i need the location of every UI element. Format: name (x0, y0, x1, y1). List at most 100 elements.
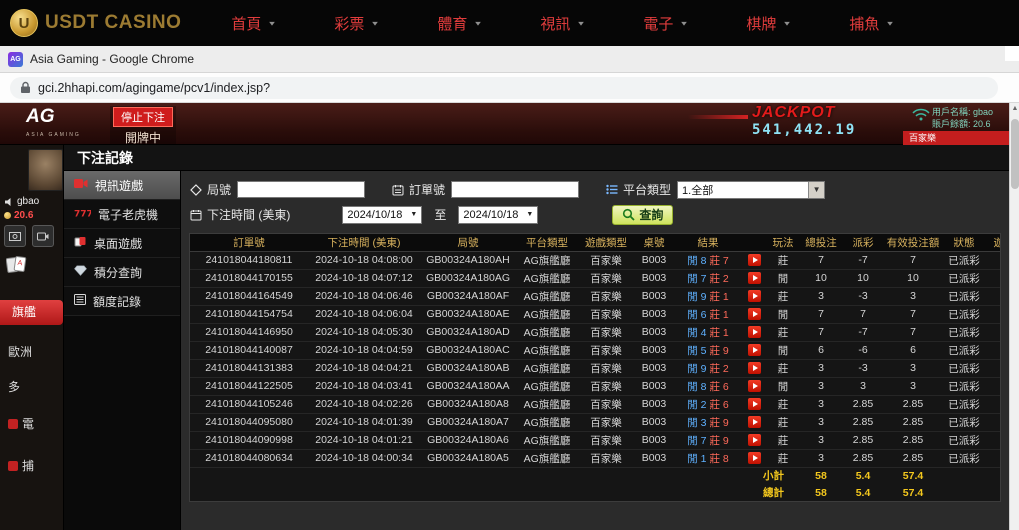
sidebar-item-label: 額度記錄 (93, 293, 141, 310)
payout-cell: -6 (842, 341, 884, 359)
lobby-item-fishing[interactable]: 捕 (8, 457, 34, 474)
replay-icon[interactable] (748, 290, 761, 302)
lobby-item-flagship[interactable]: 旗艦 (0, 300, 63, 325)
dropdown-arrow-icon: ▼ (410, 211, 417, 218)
round-cell: GB00324A180A8 (420, 395, 516, 413)
replay-icon[interactable] (748, 326, 761, 338)
order-cell: 241018044122505 (190, 377, 308, 395)
player-result: 閒 8 (687, 381, 706, 393)
table-cell: B003 (634, 287, 674, 305)
time-cell: 2024-10-18 04:04:59 (308, 341, 420, 359)
round-input[interactable] (237, 181, 365, 198)
lobby-item-egame[interactable]: 電 (8, 415, 34, 432)
jackpot-value: 541,442.19 (752, 122, 856, 138)
platform-cell: AG旗艦廳 (516, 287, 578, 305)
user-avatar[interactable] (28, 149, 63, 191)
time-cell: 2024-10-18 04:02:26 (308, 395, 420, 413)
player-result: 閒 3 (687, 417, 706, 429)
valid-cell: 3 (884, 377, 942, 395)
nav-item-5[interactable]: 棋牌▼ (746, 13, 849, 34)
sidebar-item-slots[interactable]: 777電子老虎機 (64, 200, 180, 229)
time-cell: 2024-10-18 04:01:39 (308, 413, 420, 431)
sidebar-item-points-query[interactable]: 積分查詢 (64, 258, 180, 287)
replay-icon[interactable] (748, 452, 761, 464)
sidebar-item-table-games[interactable]: 桌面遊戲 (64, 229, 180, 258)
status-cell: 已派彩 (942, 269, 986, 287)
lobby-item-multi[interactable]: 多 (8, 378, 20, 395)
nav-item-4[interactable]: 電子▼ (643, 13, 746, 34)
video-cell (742, 431, 766, 449)
date-from-select[interactable]: 2024/10/18 ▼ (342, 206, 422, 224)
browser-titlebar[interactable]: AG Asia Gaming - Google Chrome (0, 46, 1019, 73)
nav-item-1[interactable]: 彩票▼ (334, 13, 437, 34)
nav-item-2[interactable]: 體育▼ (437, 13, 540, 34)
date-from-value: 2024/10/18 (347, 209, 402, 221)
casino-page: AG ASIA GAMING 停止下注 開牌中 JACKPOT 541,442.… (0, 103, 1019, 530)
deposit-button[interactable] (4, 225, 26, 247)
camera-icon (37, 232, 49, 241)
payout-cell: 2.85 (842, 395, 884, 413)
round-cell: GB00324A180A5 (420, 449, 516, 467)
order-input[interactable] (451, 181, 579, 198)
round-cell: GB00324A180AH (420, 251, 516, 269)
bet-row: 2410180441052462024-10-18 04:02:26GB0032… (190, 395, 1001, 413)
order-cell: 241018044131383 (190, 359, 308, 377)
sidebar-item-video-games[interactable]: 視訊遊戲 (64, 171, 180, 200)
table-cell: B003 (634, 413, 674, 431)
date-to-select[interactable]: 2024/10/18▼ (458, 206, 538, 224)
replay-icon[interactable] (748, 272, 761, 284)
total-row-valid: 57.4 (884, 484, 942, 501)
platform-cell: AG旗艦廳 (516, 377, 578, 395)
platform-cell: AG旗艦廳 (516, 323, 578, 341)
bet-row: 2410180441701552024-10-18 04:07:12GB0032… (190, 269, 1001, 287)
search-button[interactable]: 查詢 (612, 205, 673, 225)
lobby-quick-buttons (4, 225, 54, 247)
site-nav: 首頁▼彩票▼體育▼視訊▼電子▼棋牌▼捕魚▼ (231, 13, 952, 34)
time-label: 下注時間 (美東) (207, 206, 290, 223)
lobby-username-text: gbao (17, 196, 39, 207)
time-cell: 2024-10-18 04:05:30 (308, 323, 420, 341)
replay-icon[interactable] (748, 254, 761, 266)
replay-icon[interactable] (748, 398, 761, 410)
live-video-button[interactable] (32, 225, 54, 247)
total-row-payout: 5.4 (842, 484, 884, 501)
replay-icon[interactable] (748, 308, 761, 320)
platform-select[interactable]: 1.全部 ▼ (677, 181, 825, 199)
nav-item-6[interactable]: 捕魚▼ (849, 13, 952, 34)
address-bar[interactable]: gci.2hhapi.com/agingame/pcv1/index.jsp? (10, 77, 998, 99)
platform-cell: AG旗艦廳 (516, 305, 578, 323)
video-cell (742, 269, 766, 287)
time-cell: 2024-10-18 04:03:41 (308, 377, 420, 395)
dropdown-arrow-icon: ▼ (808, 182, 824, 198)
nav-item-3[interactable]: 視訊▼ (540, 13, 643, 34)
site-logo[interactable]: U USDT CASINO (10, 9, 181, 37)
filter-row-2: 下注時間 (美東) 2024/10/18▼ 至 2024/10/18▼ 查詢 (189, 202, 1001, 227)
round-filter: 局號 (189, 181, 365, 198)
nav-item-label: 體育 (437, 13, 467, 34)
replay-icon[interactable] (748, 416, 761, 428)
table-cell: B003 (634, 377, 674, 395)
jackpot-display: JACKPOT 541,442.19 (752, 104, 856, 138)
replay-icon[interactable] (748, 344, 761, 356)
bet-row: 2410180440806342024-10-18 04:00:34GB0032… (190, 449, 1001, 467)
platform-cell: AG旗艦廳 (516, 431, 578, 449)
sidebar-item-quota-records[interactable]: 額度記錄 (64, 287, 180, 316)
nav-item-0[interactable]: 首頁▼ (231, 13, 334, 34)
payout-cell: 10 (842, 269, 884, 287)
subtotal-row-label: 小計 (190, 467, 800, 484)
lobby-item-europe[interactable]: 歐洲 (8, 343, 32, 360)
video-cell (742, 449, 766, 467)
game-cell: 百家樂 (578, 251, 634, 269)
banker-result: 莊 9 (709, 435, 728, 447)
scrollbar-up-arrow[interactable]: ▲ (1010, 105, 1019, 112)
replay-icon[interactable] (748, 434, 761, 446)
cards-icon[interactable]: A (6, 255, 30, 280)
scrollbar-thumb[interactable] (1011, 119, 1019, 189)
banker-result: 莊 6 (709, 399, 728, 411)
replay-icon[interactable] (748, 362, 761, 374)
status-cell: 已派彩 (942, 449, 986, 467)
gem-icon (74, 265, 87, 279)
extra-cell (986, 251, 1001, 269)
page-scrollbar[interactable]: ▲ (1009, 103, 1019, 530)
replay-icon[interactable] (748, 380, 761, 392)
